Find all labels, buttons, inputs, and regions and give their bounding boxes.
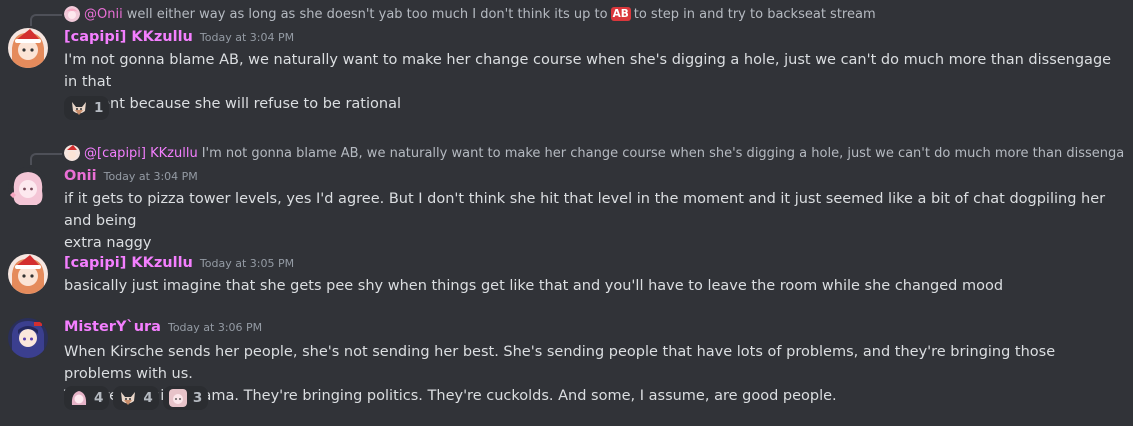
mistery-ura-avatar[interactable] xyxy=(8,318,48,358)
onii-avatar[interactable] xyxy=(8,167,48,207)
message-content: if it gets to pizza tower levels, yes I'… xyxy=(64,188,1114,254)
kkzullu-avatar[interactable] xyxy=(8,28,48,68)
reaction-pink-hair[interactable]: 4 xyxy=(64,386,110,410)
reply-author[interactable]: @[capipi] KKzullu xyxy=(84,146,198,161)
reactions: 4 4 3 xyxy=(64,386,209,410)
reaction-count: 4 xyxy=(143,390,153,406)
message-line: When Kirsche sends her people, she's not… xyxy=(64,344,1056,382)
fox-emoji-icon xyxy=(72,102,86,115)
message-header: [capipi] KKzullu Today at 3:05 PM xyxy=(64,255,294,275)
message-content: basically just imagine that she gets pee… xyxy=(64,275,1114,297)
ab-badge: AB xyxy=(610,7,631,21)
reaction-face[interactable]: 3 xyxy=(162,386,209,410)
message-line: extra naggy xyxy=(64,235,152,251)
fox-emoji-icon xyxy=(121,392,136,405)
reply-preview[interactable]: @Onii well either way as long as she doe… xyxy=(64,4,1124,24)
reply-author[interactable]: @Onii xyxy=(84,7,123,22)
reply-preview[interactable]: @[capipi] KKzullu I'm not gonna blame AB… xyxy=(64,143,1124,163)
pink-hair-emoji-icon xyxy=(71,391,87,405)
author-name[interactable]: Onii xyxy=(64,168,97,184)
message-header: Onii Today at 3:04 PM xyxy=(64,168,198,188)
reaction-count: 3 xyxy=(192,390,203,406)
message-line: They're bringing drama. They're bringing… xyxy=(64,388,837,404)
timestamp[interactable]: Today at 3:04 PM xyxy=(200,31,294,44)
timestamp[interactable]: Today at 3:05 PM xyxy=(200,257,294,270)
reply-text: I'm not gonna blame AB, we naturally wan… xyxy=(201,145,1124,161)
reply-spine xyxy=(30,14,62,26)
reply-spine xyxy=(30,153,62,165)
reply-text-after: to step in and try to backseat stream xyxy=(633,6,876,22)
message-content: When Kirsche sends her people, she's not… xyxy=(64,341,1114,407)
reaction-count: 1 xyxy=(94,100,104,116)
onii-mini-avatar-icon xyxy=(64,6,80,22)
message-line: basically just imagine that she gets pee… xyxy=(64,278,1004,294)
reaction-count: 4 xyxy=(94,390,104,406)
message-content: I'm not gonna blame AB, we naturally wan… xyxy=(64,49,1114,115)
author-name[interactable]: [capipi] KKzullu xyxy=(64,29,193,45)
reaction-fox[interactable]: 1 xyxy=(64,96,110,120)
reply-text-before: well either way as long as she doesn't y… xyxy=(126,6,608,22)
timestamp[interactable]: Today at 3:04 PM xyxy=(104,170,198,183)
reaction-fox[interactable]: 4 xyxy=(113,386,159,410)
face-emoji-icon xyxy=(168,389,187,407)
message-line: if it gets to pizza tower levels, yes I'… xyxy=(64,191,1106,229)
kkzullu-mini-avatar-icon xyxy=(64,145,80,161)
author-name[interactable]: [capipi] KKzullu xyxy=(64,255,193,271)
author-name[interactable]: MisterY`ura xyxy=(64,319,161,335)
message-line: I'm not gonna blame AB, we naturally wan… xyxy=(64,52,1112,90)
message-header: MisterY`ura Today at 3:06 PM xyxy=(64,319,262,339)
reactions: 1 xyxy=(64,96,110,120)
message-header: [capipi] KKzullu Today at 3:04 PM xyxy=(64,29,294,49)
kkzullu-avatar[interactable] xyxy=(8,254,48,294)
timestamp[interactable]: Today at 3:06 PM xyxy=(168,321,262,334)
message-line: moment because she will refuse to be rat… xyxy=(64,96,401,112)
